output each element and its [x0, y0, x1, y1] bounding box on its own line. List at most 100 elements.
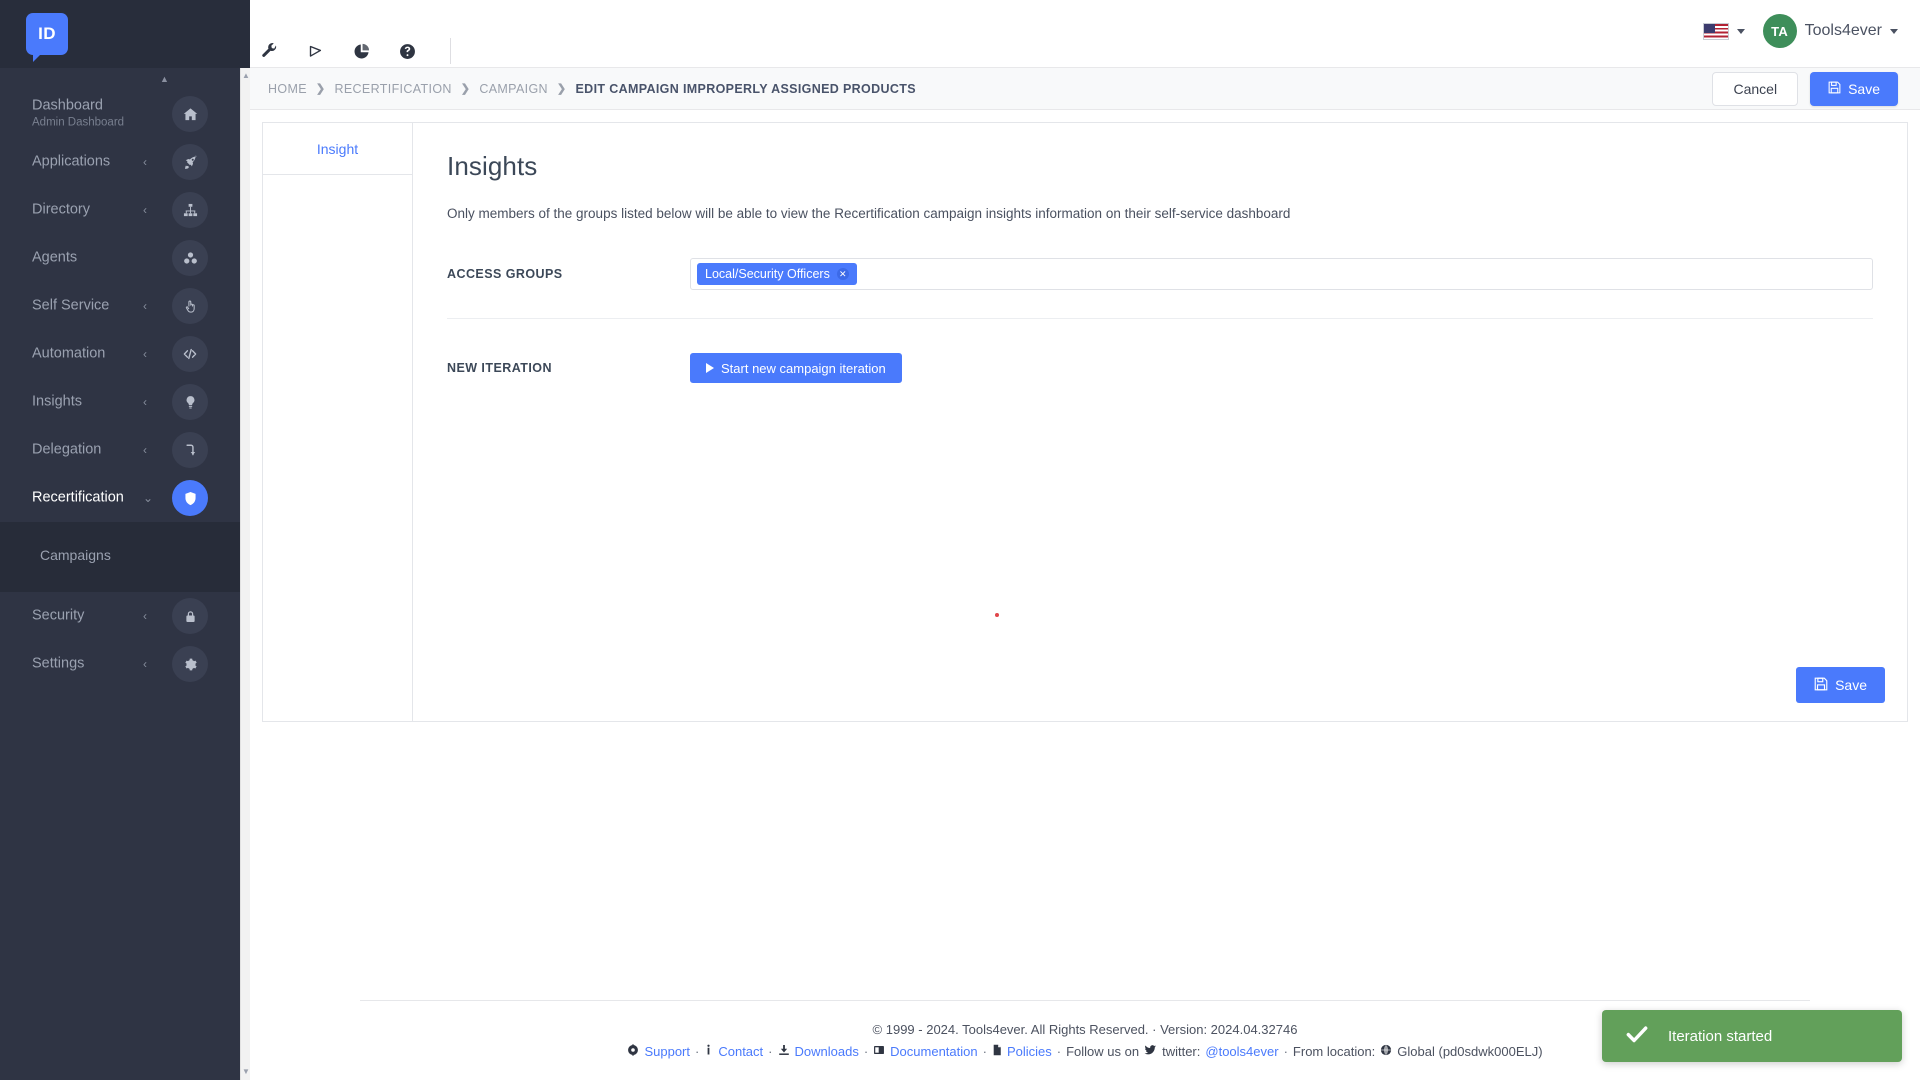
- language-selector[interactable]: [1702, 22, 1745, 40]
- sidebar-item-applications[interactable]: Applications ‹: [0, 138, 250, 186]
- save-button-label: Save: [1835, 677, 1867, 693]
- toast-notification[interactable]: Iteration started: [1602, 1010, 1902, 1062]
- sidebar-item-campaigns[interactable]: Campaigns: [0, 540, 250, 570]
- panel-body: Insights Only members of the groups list…: [413, 123, 1907, 721]
- code-icon: [172, 336, 208, 372]
- sidebar-item-self-service[interactable]: Self Service ‹: [0, 282, 250, 330]
- flask-icon[interactable]: [304, 40, 326, 62]
- save-button-bottom[interactable]: Save: [1796, 667, 1885, 703]
- sidebar: ID ▲ Dashboard Admin Dashboard Applicati…: [0, 0, 250, 1080]
- chevron-down-icon: [1890, 28, 1898, 34]
- user-name: Tools4ever: [1804, 22, 1882, 39]
- footer-link-twitter-handle[interactable]: @tools4ever: [1205, 1044, 1278, 1059]
- breadcrumb-item-home[interactable]: HOME: [268, 82, 307, 96]
- sidebar-item-settings[interactable]: Settings ‹: [0, 640, 250, 688]
- app-root: ID ▲ Dashboard Admin Dashboard Applicati…: [0, 0, 1920, 1080]
- rocket-icon: [172, 144, 208, 180]
- play-icon: [706, 363, 714, 373]
- tab-label: Insight: [316, 140, 359, 157]
- footer-separator: ·: [1056, 1044, 1062, 1059]
- sidebar-item-label: Directory: [32, 201, 91, 218]
- footer-separator: ·: [695, 1044, 700, 1059]
- breadcrumb: HOME ❯ RECERTIFICATION ❯ CAMPAIGN ❯ EDIT…: [268, 82, 916, 96]
- start-new-campaign-iteration-button[interactable]: Start new campaign iteration: [690, 353, 902, 383]
- help-circle-icon[interactable]: [396, 40, 418, 62]
- sidebar-item-delegation[interactable]: Delegation ‹: [0, 426, 250, 474]
- chevron-left-icon: ‹: [143, 299, 147, 313]
- app-logo[interactable]: ID: [26, 13, 68, 62]
- footer-link-documentation[interactable]: Documentation: [890, 1044, 977, 1059]
- shield-icon: [172, 480, 208, 516]
- footer-link-downloads[interactable]: Downloads: [795, 1044, 859, 1059]
- panel-footer: Save: [1796, 667, 1885, 703]
- breadcrumb-item-current: EDIT CAMPAIGN IMPROPERLY ASSIGNED PRODUC…: [575, 81, 916, 96]
- sidebar-submenu-recertification: Campaigns: [0, 522, 250, 592]
- chevron-left-icon: ‹: [143, 395, 147, 409]
- sidebar-scrollbar[interactable]: ▲ ▼: [240, 68, 250, 1080]
- sidebar-item-insights[interactable]: Insights ‹: [0, 378, 250, 426]
- gear-icon: [172, 646, 208, 682]
- chevron-down-icon: [1736, 28, 1745, 34]
- wrench-icon[interactable]: [258, 40, 280, 62]
- remove-tag-icon[interactable]: ✕: [836, 268, 849, 280]
- footer-separator: ·: [863, 1044, 869, 1059]
- footer-link-support[interactable]: Support: [644, 1044, 690, 1059]
- cubes-icon: [172, 240, 208, 276]
- sidebar-item-label: Recertification: [32, 489, 124, 506]
- sidebar-item-label: Self Service: [32, 297, 110, 314]
- footer-link-policies[interactable]: Policies: [1007, 1044, 1052, 1059]
- sidebar-item-security[interactable]: Security ‹: [0, 592, 250, 640]
- access-groups-input[interactable]: Local/Security Officers ✕: [690, 258, 1873, 290]
- floppy-disk-icon: [1814, 677, 1828, 694]
- new-iteration-row: NEW ITERATION Start new campaign iterati…: [447, 353, 1873, 383]
- access-groups-row: ACCESS GROUPS Local/Security Officers ✕: [447, 258, 1873, 290]
- avatar: TA: [1762, 14, 1797, 48]
- sidebar-nav: Dashboard Admin Dashboard Applications ‹: [0, 68, 250, 688]
- sidebar-item-label: Delegation: [32, 441, 102, 458]
- top-bar: TA Tools4ever: [250, 0, 1920, 68]
- sidebar-collapse-caret-icon[interactable]: ▲: [160, 74, 169, 84]
- toast-message: Iteration started: [1668, 1027, 1773, 1045]
- sidebar-item-label: Automation: [32, 345, 106, 362]
- sidebar-item-label: Security: [32, 607, 85, 624]
- panel-tab-list: Insight: [263, 123, 413, 721]
- footer-link-contact[interactable]: Contact: [718, 1044, 763, 1059]
- globe-icon: [1380, 1044, 1392, 1059]
- page-description: Only members of the groups listed below …: [447, 206, 1291, 221]
- tag-label: Local/Security Officers: [705, 267, 830, 281]
- chevron-down-icon: ⌄: [143, 491, 154, 505]
- breadcrumb-item-recertification[interactable]: RECERTIFICATION: [334, 82, 451, 96]
- footer-separator: ·: [982, 1044, 987, 1059]
- sidebar-item-automation[interactable]: Automation ‹: [0, 330, 250, 378]
- toolbar: [258, 38, 451, 64]
- pie-chart-icon[interactable]: [350, 40, 372, 62]
- chevron-left-icon: ‹: [143, 443, 147, 457]
- sidebar-item-label: Applications: [32, 153, 111, 170]
- footer-separator: ·: [768, 1044, 773, 1059]
- access-groups-label: ACCESS GROUPS: [447, 267, 563, 281]
- breadcrumb-bar: HOME ❯ RECERTIFICATION ❯ CAMPAIGN ❯ EDIT…: [250, 68, 1920, 110]
- scroll-up-icon[interactable]: ▲: [242, 72, 250, 80]
- sidebar-item-agents[interactable]: Agents: [0, 234, 250, 282]
- chevron-left-icon: ‹: [143, 657, 147, 671]
- user-menu[interactable]: TA Tools4ever: [1762, 14, 1898, 48]
- footer-location-value: Global (pd0sdwk000ELJ): [1397, 1044, 1543, 1059]
- scroll-down-icon[interactable]: ▼: [242, 1068, 250, 1076]
- chevron-left-icon: ‹: [143, 203, 147, 217]
- content-panel: Insight Insights Only members of the gro…: [262, 122, 1908, 722]
- sidebar-item-recertification[interactable]: Recertification ⌄: [0, 474, 250, 522]
- save-button-top[interactable]: Save: [1810, 71, 1898, 106]
- section-divider: [447, 318, 1873, 319]
- sidebar-item-dashboard[interactable]: Dashboard Admin Dashboard: [0, 90, 250, 138]
- breadcrumb-item-campaign[interactable]: CAMPAIGN: [479, 82, 548, 96]
- tab-insight[interactable]: Insight: [263, 123, 412, 175]
- access-group-tag: Local/Security Officers ✕: [697, 263, 857, 285]
- cancel-button[interactable]: Cancel: [1712, 71, 1799, 106]
- sidebar-item-directory[interactable]: Directory ‹: [0, 186, 250, 234]
- us-flag-icon: [1702, 22, 1729, 40]
- breadcrumb-separator-icon: ❯: [556, 83, 567, 95]
- page-title: Insights: [447, 151, 538, 181]
- documentation-icon: [873, 1044, 885, 1059]
- chevron-left-icon: ‹: [143, 347, 147, 361]
- sidebar-logo-bar: ID: [0, 0, 250, 68]
